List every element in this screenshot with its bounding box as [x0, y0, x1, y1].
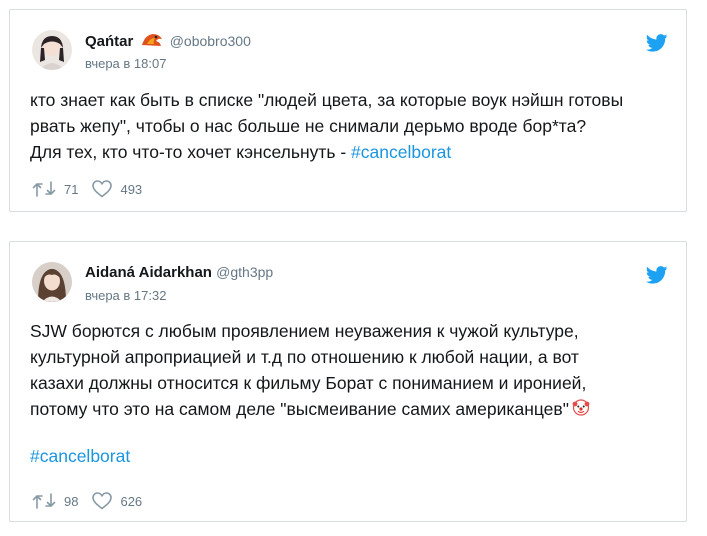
hashtag-link[interactable]: #cancelborat: [351, 142, 451, 162]
retweet-icon: [32, 181, 56, 197]
author-handle[interactable]: @gth3pp: [216, 264, 273, 280]
heart-icon: [92, 180, 113, 198]
tweet-text: кто знает как быть в списке "людей цвета…: [30, 87, 672, 165]
retweet-button[interactable]: 71: [32, 180, 78, 198]
twitter-bird-icon[interactable]: [646, 266, 668, 284]
author-name[interactable]: Aidaná Aidarkhan: [85, 264, 212, 281]
twitter-bird-icon[interactable]: [646, 34, 668, 52]
tweet-text-line: потому что это на самом деле "высмеивани…: [30, 396, 672, 423]
retweet-icon: [32, 493, 56, 509]
tweet-text-line: SJW борются с любым проявлением неуважен…: [30, 321, 579, 341]
hashtag-link[interactable]: #cancelborat: [30, 446, 130, 466]
tweet-text-line: кто знает как быть в списке "людей цвета…: [30, 90, 624, 110]
author-row: Aidaná Aidarkhan @gth3pp: [85, 264, 273, 281]
tweet-text-line: казахи должны относится к фильму Борат с…: [30, 373, 587, 393]
clown-face-emoji-icon: [572, 397, 590, 423]
like-button[interactable]: 626: [92, 492, 142, 510]
author-name[interactable]: Qańtar: [85, 33, 133, 50]
tweet-text-line: культурной апроприацией и т.д по отношен…: [30, 347, 579, 367]
like-count: 493: [120, 181, 143, 197]
tweet-actions: 98 626: [32, 492, 156, 510]
tweet-card: Aidaná Aidarkhan @gth3pp вчера в 17:32 S…: [9, 241, 687, 522]
author-row: Qańtar @obobro300: [85, 32, 251, 52]
retweet-button[interactable]: 98: [32, 492, 78, 510]
like-count: 626: [120, 493, 143, 509]
tweet-actions: 71 493: [32, 180, 156, 198]
retweet-count: 98: [64, 493, 79, 509]
tweet-text-fragment: потому что это на самом деле "высмеивани…: [30, 399, 569, 419]
hashtag-line: #cancelborat: [30, 446, 130, 467]
tweet-timestamp[interactable]: вчера в 17:32: [85, 288, 166, 303]
tweet-text-fragment: Для тех, кто что-то хочет кэнсельнуть -: [30, 142, 352, 162]
avatar[interactable]: [32, 262, 72, 302]
flame-bird-emoji-icon: [141, 32, 163, 52]
author-handle[interactable]: @obobro300: [170, 33, 251, 49]
heart-icon: [92, 492, 113, 510]
tweet-card: Qańtar @obobro300 вчера в 18:07 кто знае…: [9, 9, 687, 212]
retweet-count: 71: [64, 181, 79, 197]
tweet-text: SJW борются с любым проявлением неуважен…: [30, 318, 672, 423]
like-button[interactable]: 493: [92, 180, 142, 198]
avatar[interactable]: [32, 30, 72, 70]
tweet-text-line: рвать жепу", чтобы о нас больше не снима…: [30, 116, 587, 136]
tweet-timestamp[interactable]: вчера в 18:07: [85, 56, 166, 71]
tweet-text-line: Для тех, кто что-то хочет кэнсельнуть - …: [30, 139, 672, 165]
